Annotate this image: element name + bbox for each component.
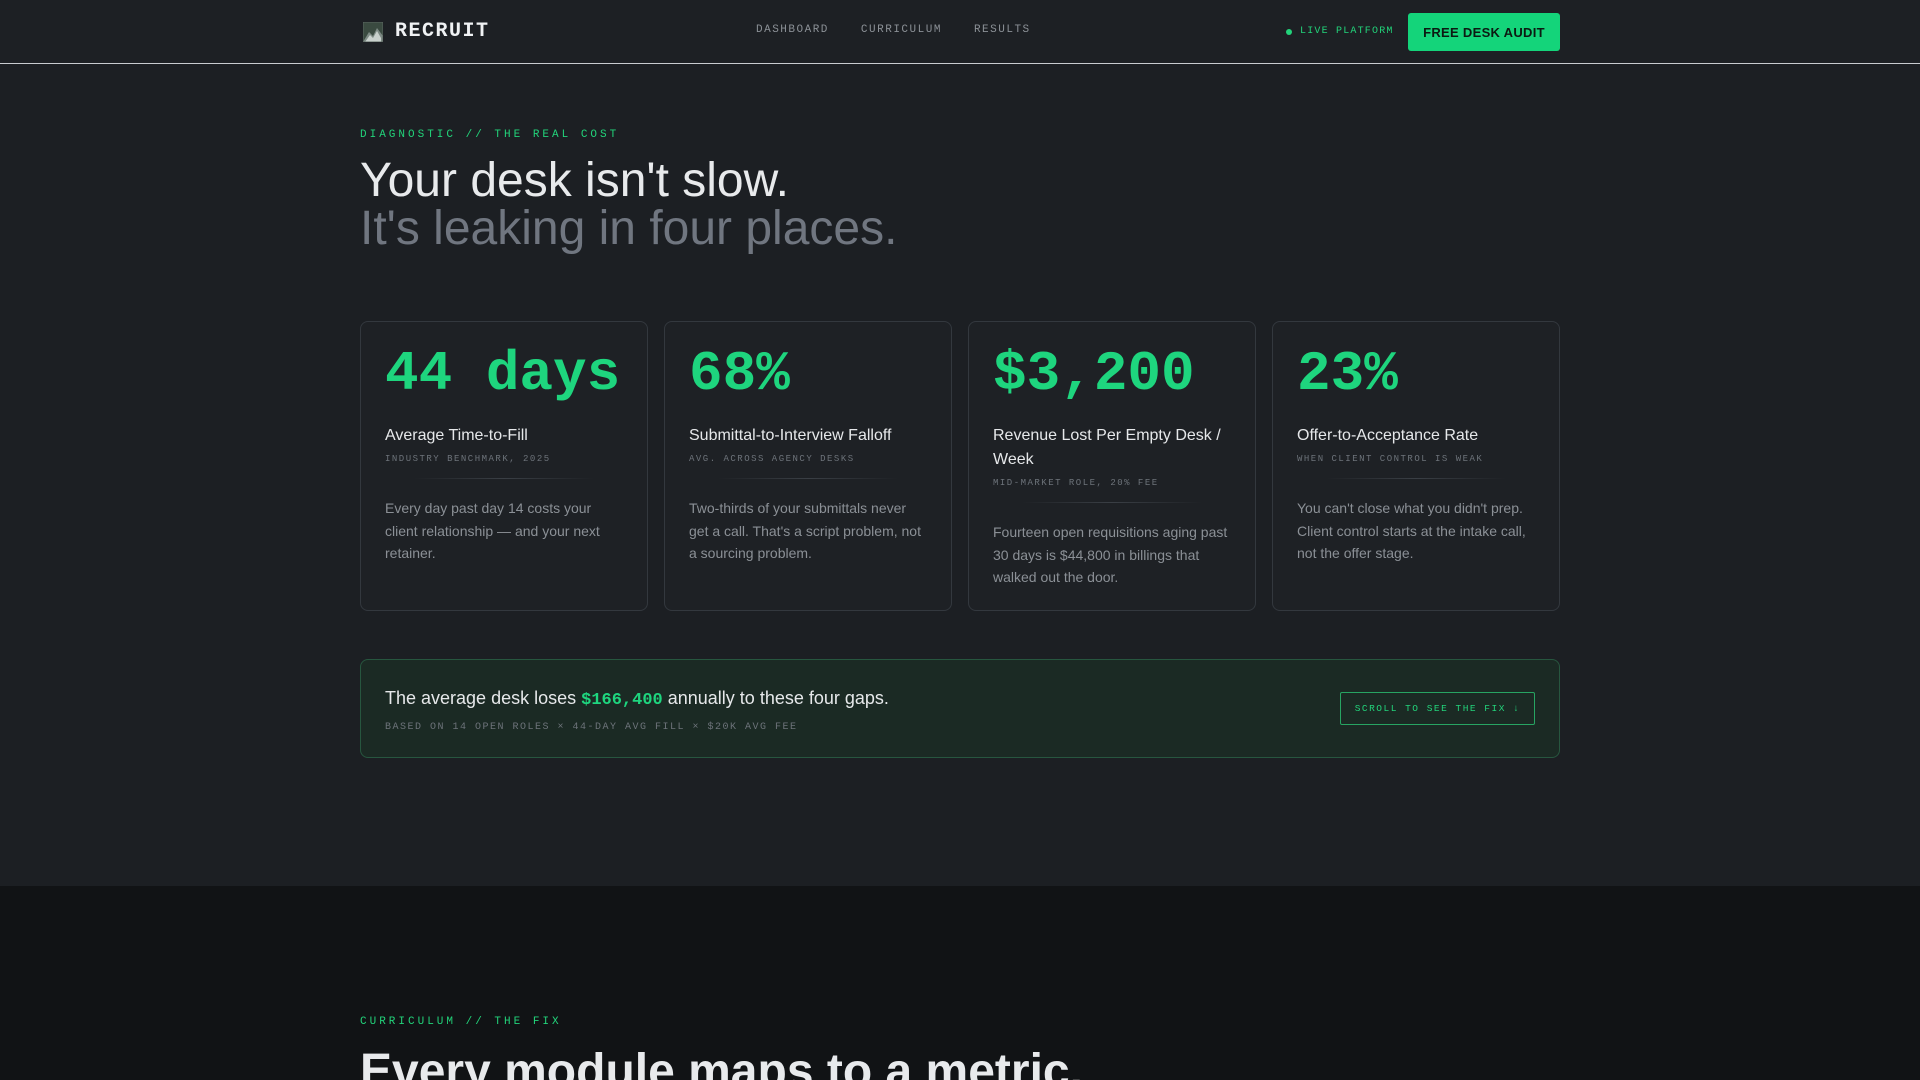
card-divider bbox=[1022, 502, 1202, 503]
stat-card-acceptance: 23% Offer-to-Acceptance Rate WHEN CLIENT… bbox=[1272, 321, 1560, 611]
nav-link-results[interactable]: RESULTS bbox=[974, 24, 1031, 36]
headline-secondary: It's leaking in four places. bbox=[360, 202, 898, 255]
nav-links: DASHBOARD CURRICULUM RESULTS bbox=[756, 24, 1063, 36]
stat-card-falloff: 68% Submittal-to-Interview Falloff AVG. … bbox=[664, 321, 952, 611]
card-divider bbox=[1326, 478, 1506, 479]
live-status: LIVE PLATFORM bbox=[1286, 26, 1394, 37]
curriculum-section: CURRICULUM // THE FIX Every module maps … bbox=[0, 886, 1920, 1080]
brand-name: RECRUIT bbox=[395, 20, 490, 43]
stat-source: AVG. ACROSS AGENCY DESKS bbox=[689, 454, 855, 464]
loss-text-after: annually to these four gaps. bbox=[662, 688, 889, 708]
stat-description: Fourteen open requisitions aging past 30… bbox=[993, 524, 1228, 585]
stat-card-revenue-lost: $3,200 Revenue Lost Per Empty Desk / Wee… bbox=[968, 321, 1256, 611]
stat-title: Offer-to-Acceptance Rate bbox=[1297, 427, 1479, 444]
stat-value: $3,200 bbox=[993, 342, 1195, 406]
stat-cards: 44 days Average Time-to-Fill INDUSTRY BE… bbox=[360, 321, 1560, 611]
stat-title: Average Time-to-Fill bbox=[385, 427, 528, 444]
headline-primary: Your desk isn't slow. bbox=[360, 154, 789, 207]
curriculum-eyebrow: CURRICULUM // THE FIX bbox=[360, 1016, 562, 1028]
stat-value: 68% bbox=[689, 342, 790, 406]
curriculum-headline: Every module maps to a metric. bbox=[360, 1045, 1083, 1080]
top-nav: RECRUIT DASHBOARD CURRICULUM RESULTS LIV… bbox=[0, 0, 1920, 64]
nav-link-dashboard[interactable]: DASHBOARD bbox=[756, 24, 829, 36]
stat-description: You can't close what you didn't prep. Cl… bbox=[1297, 500, 1526, 561]
card-divider bbox=[718, 478, 898, 479]
stat-description: Every day past day 14 costs your client … bbox=[385, 500, 600, 561]
mountain-logo-icon bbox=[362, 21, 384, 42]
stat-source: MID-MARKET ROLE, 20% FEE bbox=[993, 478, 1159, 488]
nav-link-curriculum[interactable]: CURRICULUM bbox=[861, 24, 942, 36]
curriculum-inner: CURRICULUM // THE FIX Every module maps … bbox=[360, 886, 1560, 1080]
scroll-to-fix-button[interactable]: SCROLL TO SEE THE FIX ↓ bbox=[1340, 692, 1535, 725]
brand-logo[interactable]: RECRUIT bbox=[362, 20, 490, 43]
stat-title: Submittal-to-Interview Falloff bbox=[689, 427, 892, 444]
free-desk-audit-button[interactable]: FREE DESK AUDIT bbox=[1408, 13, 1560, 51]
live-status-label: LIVE PLATFORM bbox=[1300, 26, 1394, 37]
section-eyebrow: DIAGNOSTIC // THE REAL COST bbox=[360, 129, 620, 141]
stat-value: 44 days bbox=[385, 342, 621, 406]
loss-summary-banner: The average desk loses $166,400 annually… bbox=[360, 659, 1560, 758]
stat-source: WHEN CLIENT CONTROL IS WEAK bbox=[1297, 454, 1484, 464]
stat-value: 23% bbox=[1297, 342, 1398, 406]
stat-card-time-to-fill: 44 days Average Time-to-Fill INDUSTRY BE… bbox=[360, 321, 648, 611]
live-dot-icon bbox=[1286, 28, 1292, 35]
card-divider bbox=[414, 478, 594, 479]
stat-description: Two-thirds of your submittals never get … bbox=[689, 500, 921, 561]
loss-amount: $166,400 bbox=[581, 691, 663, 710]
stat-source: INDUSTRY BENCHMARK, 2025 bbox=[385, 454, 551, 464]
loss-text-before: The average desk loses bbox=[385, 688, 582, 708]
stat-title: Revenue Lost Per Empty Desk / Week bbox=[993, 427, 1221, 468]
nav-inner: RECRUIT DASHBOARD CURRICULUM RESULTS LIV… bbox=[360, 0, 1560, 64]
